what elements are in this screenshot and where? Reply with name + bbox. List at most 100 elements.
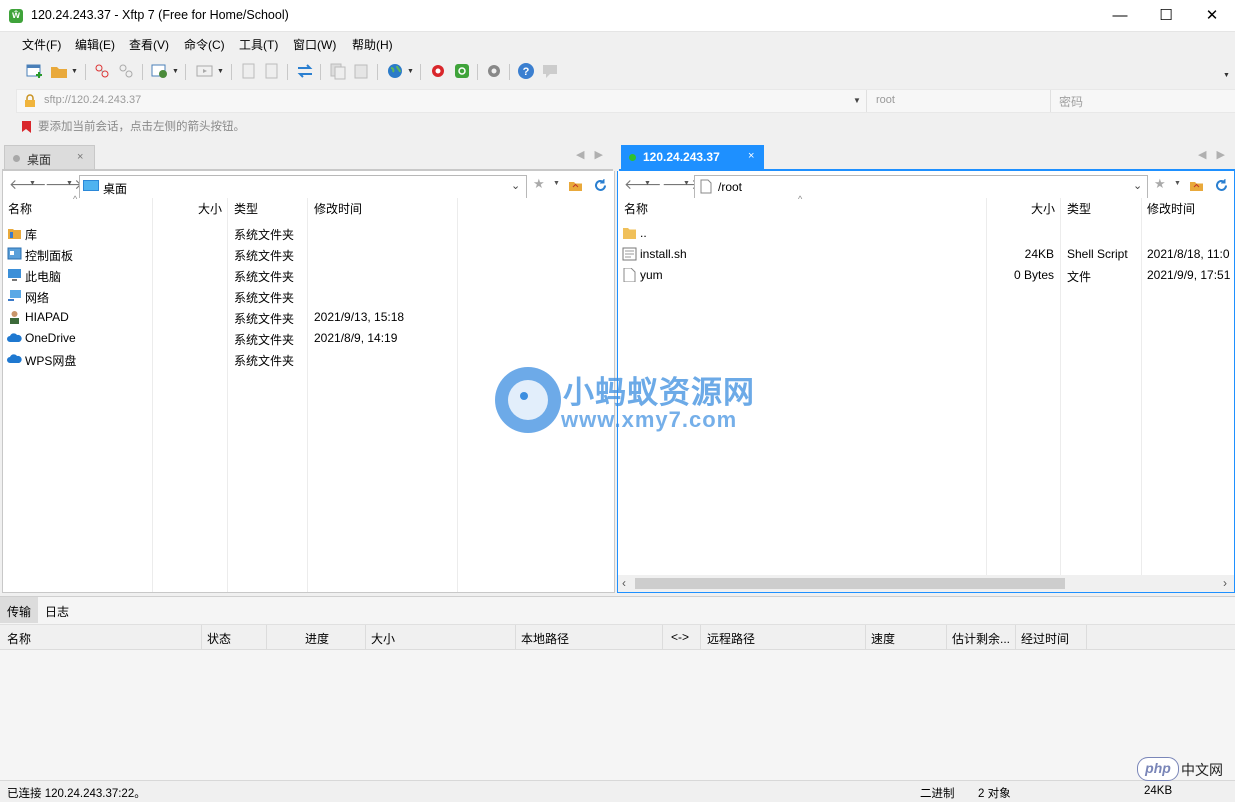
- tab-log[interactable]: 日志: [45, 603, 69, 620]
- menu-window[interactable]: 窗口(W): [293, 36, 336, 53]
- back-arrow-icon[interactable]: 🡐: [9, 176, 47, 193]
- password-input[interactable]: 密码: [1059, 93, 1083, 110]
- view-icon[interactable]: [196, 62, 214, 80]
- menu-command[interactable]: 命令(C): [184, 36, 225, 53]
- menu-help[interactable]: 帮助(H): [352, 36, 393, 53]
- refresh-icon[interactable]: [593, 178, 608, 193]
- left-tab-scroll-arrows[interactable]: ◀▶: [576, 148, 613, 161]
- file-row[interactable]: install.sh 24KB Shell Script 2021/8/18, 11:…: [618, 244, 1234, 265]
- open-folder-icon[interactable]: [50, 62, 68, 80]
- remote-path-field[interactable]: /root ⌄: [694, 175, 1148, 199]
- path-dropdown-icon[interactable]: ⌄: [1133, 179, 1142, 192]
- scroll-left-icon[interactable]: ‹: [622, 576, 626, 590]
- transfer-col-eta[interactable]: 估计剩余...: [952, 630, 1010, 647]
- gear-icon[interactable]: [485, 62, 503, 80]
- host-address-input[interactable]: sftp://120.24.243.37: [44, 94, 141, 106]
- local-path-field[interactable]: 桌面 ⌄: [79, 175, 527, 199]
- file-row[interactable]: 控制面板 系统文件夹: [3, 244, 614, 265]
- minimize-button[interactable]: —: [1097, 0, 1143, 31]
- bookmark-star-icon[interactable]: ★: [533, 176, 545, 192]
- file-row[interactable]: 此电脑 系统文件夹: [3, 265, 614, 286]
- transfer-col-remote-path[interactable]: 远程路径: [707, 630, 755, 647]
- column-type[interactable]: 类型: [1067, 198, 1091, 220]
- tab-local-desktop[interactable]: 桌面 ×: [4, 145, 95, 170]
- scroll-right-icon[interactable]: ›: [1223, 576, 1227, 590]
- column-modified[interactable]: 修改时间: [1147, 198, 1195, 220]
- file-row[interactable]: HIAPAD 系统文件夹 2021/9/13, 15:18: [3, 307, 614, 328]
- file-row[interactable]: yum 0 Bytes 文件 2021/9/9, 17:51: [618, 265, 1234, 286]
- username-input[interactable]: root: [876, 94, 895, 106]
- right-tab-scroll-arrows[interactable]: ◀▶: [1198, 148, 1235, 161]
- folder-icon: [622, 226, 637, 240]
- path-dropdown-icon[interactable]: ⌄: [511, 179, 520, 192]
- file-row[interactable]: 库 系统文件夹: [3, 223, 614, 244]
- home-folder-icon[interactable]: [1189, 178, 1204, 192]
- tab-close-icon[interactable]: ×: [748, 150, 754, 162]
- cloud-icon: [7, 352, 22, 366]
- menu-file[interactable]: 文件(F): [22, 36, 61, 53]
- new-session-icon[interactable]: [26, 62, 44, 80]
- transfer-col-elapsed[interactable]: 经过时间: [1021, 630, 1069, 647]
- close-button[interactable]: ✕: [1189, 0, 1235, 31]
- menu-view[interactable]: 查看(V): [129, 36, 169, 53]
- xftp-icon[interactable]: [453, 62, 471, 80]
- transfer-col-direction[interactable]: <->: [671, 630, 689, 644]
- home-folder-icon[interactable]: [568, 178, 583, 192]
- tab-connected-dot: [629, 154, 636, 161]
- forward-arrow-icon[interactable]: 🡒: [45, 176, 83, 193]
- column-size[interactable]: 大小: [1031, 198, 1055, 220]
- sync-icon[interactable]: [296, 62, 314, 80]
- folder-path-icon: [700, 179, 712, 194]
- copy-icon[interactable]: [329, 62, 347, 80]
- total-size: 24KB: [1144, 785, 1173, 797]
- back-arrow-icon[interactable]: 🡐: [624, 176, 662, 193]
- column-size[interactable]: 大小: [198, 198, 222, 220]
- globe-icon[interactable]: [386, 62, 404, 80]
- tab-transfer[interactable]: 传输: [0, 597, 38, 623]
- refresh-icon[interactable]: [1214, 178, 1229, 193]
- window-title: 120.24.243.37 - Xftp 7 (Free for Home/Sc…: [31, 8, 289, 22]
- maximize-button[interactable]: ☐: [1143, 0, 1189, 31]
- sort-up-icon: ^: [73, 194, 78, 204]
- menu-edit[interactable]: 编辑(E): [75, 36, 115, 53]
- file-name: WPS网盘: [25, 354, 77, 368]
- php-cn-label: 中文网: [1181, 762, 1223, 778]
- add-session-arrow-icon[interactable]: [20, 120, 34, 133]
- transfer-col-status[interactable]: 状态: [207, 630, 231, 647]
- horizontal-scrollbar[interactable]: ‹ ›: [618, 575, 1234, 592]
- column-name[interactable]: 名称: [624, 198, 648, 220]
- svg-text:?: ?: [523, 66, 530, 78]
- transfer-col-local-path[interactable]: 本地路径: [521, 630, 569, 647]
- transfer-col-progress[interactable]: 进度: [305, 630, 329, 647]
- column-name[interactable]: 名称: [8, 198, 32, 220]
- toolbar-overflow-icon[interactable]: ▼: [1223, 72, 1230, 79]
- column-modified[interactable]: 修改时间: [314, 198, 362, 220]
- lock-icon: [25, 94, 35, 107]
- bookmark-star-icon[interactable]: ★: [1154, 176, 1166, 192]
- tab-close-icon[interactable]: ×: [77, 151, 83, 163]
- connect-icon[interactable]: [93, 62, 111, 80]
- paste-icon[interactable]: [352, 62, 370, 80]
- file-row[interactable]: OneDrive 系统文件夹 2021/8/9, 14:19: [3, 328, 614, 349]
- transfer-col-name[interactable]: 名称: [7, 630, 31, 647]
- file-row[interactable]: ..: [618, 223, 1234, 244]
- host-dropdown-icon[interactable]: ▼: [853, 96, 861, 105]
- column-type[interactable]: 类型: [234, 198, 258, 220]
- disconnect-icon[interactable]: [117, 62, 135, 80]
- file-modified: 2021/9/9, 17:51: [1147, 268, 1231, 282]
- tab-remote-session[interactable]: 120.24.243.37 ×: [621, 145, 764, 169]
- file-name: OneDrive: [25, 331, 76, 345]
- help-icon[interactable]: ?: [517, 62, 535, 80]
- file-size: 24KB: [1024, 247, 1054, 261]
- file-type: 系统文件夹: [234, 312, 295, 326]
- chat-icon[interactable]: [541, 62, 559, 80]
- menu-tools[interactable]: 工具(T): [239, 36, 278, 53]
- upload-icon[interactable]: [240, 62, 258, 80]
- file-row[interactable]: 网络 系统文件夹: [3, 286, 614, 307]
- scrollbar-thumb[interactable]: [635, 578, 1065, 589]
- session-settings-icon[interactable]: [151, 62, 169, 80]
- transfer-col-speed[interactable]: 速度: [871, 630, 895, 647]
- download-icon[interactable]: [263, 62, 281, 80]
- xshell-icon[interactable]: [429, 62, 447, 80]
- transfer-col-size[interactable]: 大小: [371, 630, 395, 647]
